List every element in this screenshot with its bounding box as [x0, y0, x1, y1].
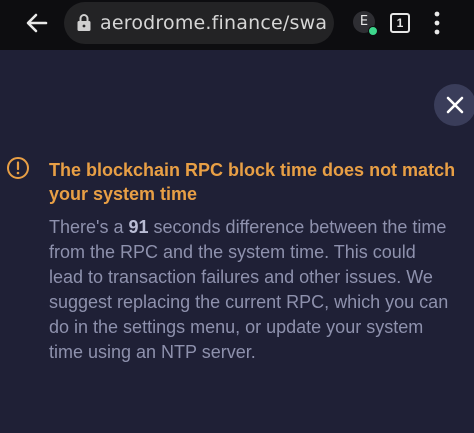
browser-menu-button[interactable]	[430, 10, 444, 36]
alert-message-suffix: seconds difference between the time from…	[49, 217, 449, 362]
alert-circle-icon	[7, 157, 29, 179]
alert-message: There's a 91 seconds difference between …	[49, 215, 449, 365]
status-dot-icon	[368, 26, 378, 36]
arrow-left-icon	[26, 13, 48, 33]
alert-title: The blockchain RPC block time does not m…	[49, 160, 456, 204]
tab-switcher-button[interactable]: 1	[390, 13, 410, 33]
more-vertical-icon	[434, 11, 440, 35]
browser-toolbar: aerodrome.finance/swap... E 1	[0, 0, 474, 50]
back-button[interactable]	[22, 8, 52, 38]
close-alert-button[interactable]	[434, 84, 474, 126]
lock-icon	[77, 14, 91, 31]
alert-message-prefix: There's a	[49, 217, 129, 237]
extension-button[interactable]: E	[353, 11, 378, 36]
time-difference-seconds: 91	[128, 217, 149, 237]
address-bar[interactable]: aerodrome.finance/swap...	[64, 2, 334, 44]
extension-badge-text: E	[359, 14, 369, 29]
close-icon	[446, 96, 464, 114]
url-text: aerodrome.finance/swap...	[100, 12, 328, 34]
